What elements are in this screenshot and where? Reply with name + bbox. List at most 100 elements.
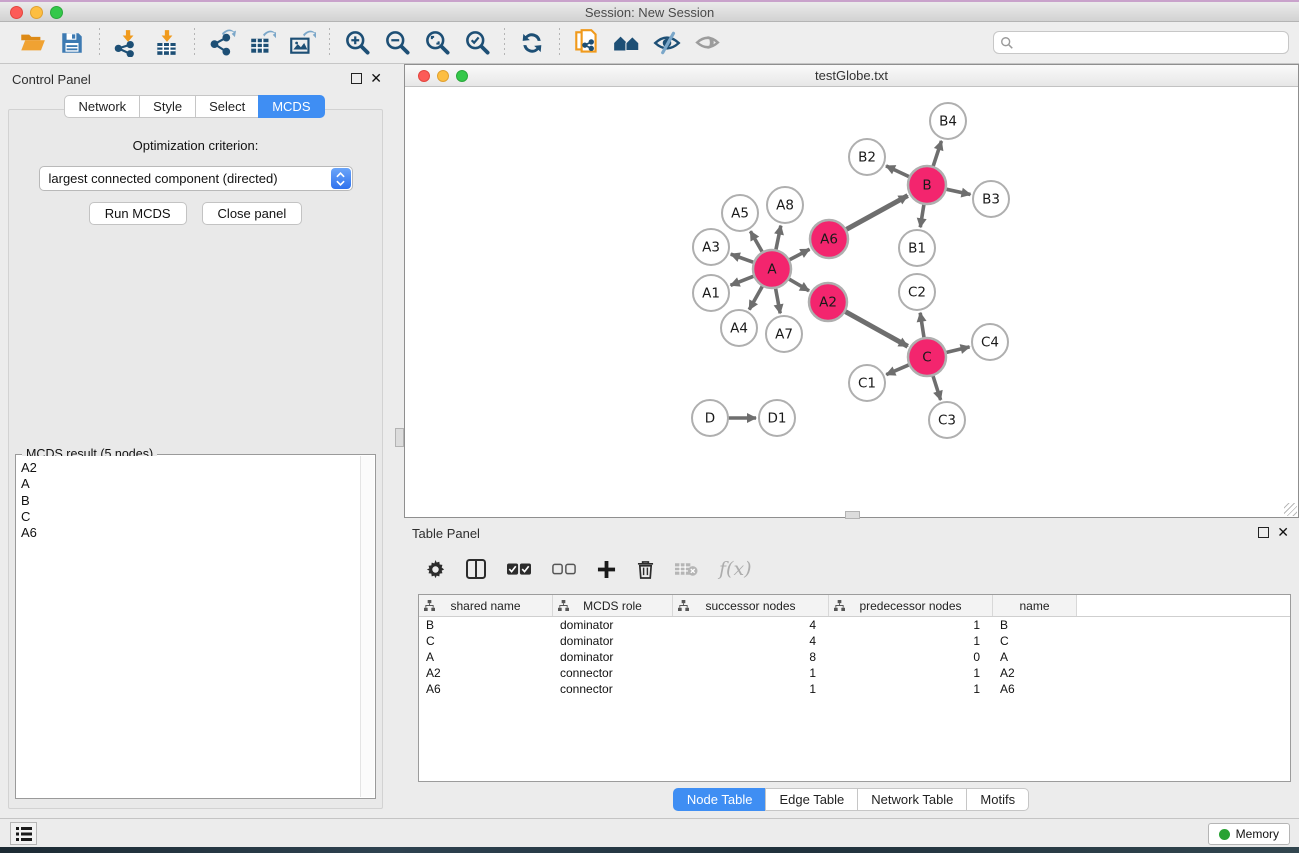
- graph-node-B4[interactable]: B4: [930, 103, 966, 139]
- graph-node-A1[interactable]: A1: [693, 275, 729, 311]
- show-columns-button[interactable]: [466, 559, 486, 579]
- graph-node-A5[interactable]: A5: [722, 195, 758, 231]
- import-table-button[interactable]: [147, 26, 187, 60]
- graph-node-C1[interactable]: C1: [849, 365, 885, 401]
- result-scrollbar[interactable]: [360, 456, 374, 797]
- run-mcds-button[interactable]: Run MCDS: [89, 202, 187, 225]
- table-cell[interactable]: dominator: [553, 633, 673, 649]
- select-all-columns-button[interactable]: [507, 563, 531, 576]
- apply-layout-button[interactable]: [512, 26, 552, 60]
- graph-edge-A-A2[interactable]: [788, 279, 809, 291]
- mcds-result-item[interactable]: A: [21, 476, 356, 492]
- zoom-fit-button[interactable]: [417, 26, 457, 60]
- add-column-button[interactable]: [597, 560, 616, 579]
- table-cell[interactable]: 1: [829, 665, 993, 681]
- graph-edge-C-C3[interactable]: [933, 375, 941, 400]
- graph-node-D[interactable]: D: [692, 400, 728, 436]
- graph-node-B3[interactable]: B3: [973, 181, 1009, 217]
- horizontal-divider-handle[interactable]: [845, 511, 860, 519]
- graph-node-A7[interactable]: A7: [766, 316, 802, 352]
- table-cell[interactable]: A: [419, 649, 553, 665]
- table-cell[interactable]: 0: [829, 649, 993, 665]
- graph-node-B[interactable]: B: [908, 166, 946, 204]
- graph-edge-A-A1[interactable]: [731, 276, 755, 285]
- table-cell[interactable]: 4: [673, 633, 829, 649]
- function-builder-button[interactable]: f(x): [719, 558, 752, 580]
- zoom-in-button[interactable]: [337, 26, 377, 60]
- hide-selected-button[interactable]: [647, 26, 687, 60]
- table-cell[interactable]: dominator: [553, 649, 673, 665]
- table-cell[interactable]: 8: [673, 649, 829, 665]
- mcds-result-item[interactable]: B: [21, 493, 356, 509]
- mcds-result-item[interactable]: A6: [21, 525, 356, 541]
- graph-node-A4[interactable]: A4: [721, 310, 757, 346]
- float-table-panel-icon[interactable]: [1258, 527, 1269, 538]
- table-cell[interactable]: A6: [419, 681, 553, 697]
- close-panel-button[interactable]: Close panel: [202, 202, 303, 225]
- graph-node-A[interactable]: A: [753, 250, 791, 288]
- network-canvas[interactable]: B4B2BB3A8A5A6A3B1AC2A1A2A4A7C4CC1DD1C3: [405, 87, 1298, 517]
- tab-style[interactable]: Style: [139, 95, 196, 118]
- graph-edge-A-A6[interactable]: [789, 249, 810, 260]
- table-cell[interactable]: A: [993, 649, 1077, 665]
- delete-column-button[interactable]: [637, 560, 654, 579]
- close-table-panel-icon[interactable]: ✕: [1277, 524, 1289, 541]
- graph-edge-B-B4[interactable]: [933, 141, 942, 167]
- vertical-divider-handle[interactable]: [395, 428, 404, 447]
- open-session-button[interactable]: [12, 26, 52, 60]
- criterion-dropdown[interactable]: largest connected component (directed): [39, 166, 353, 191]
- table-row[interactable]: A6connector11A6: [419, 681, 1290, 697]
- search-box[interactable]: [993, 31, 1289, 54]
- export-image-button[interactable]: [282, 26, 322, 60]
- tab-network[interactable]: Network: [64, 95, 140, 118]
- table-settings-button[interactable]: [426, 560, 445, 579]
- graph-node-C[interactable]: C: [908, 338, 946, 376]
- tab-select[interactable]: Select: [195, 95, 259, 118]
- graph-edge-A2-C[interactable]: [845, 311, 908, 346]
- graph-node-C2[interactable]: C2: [899, 274, 935, 310]
- export-network-button[interactable]: [202, 26, 242, 60]
- table-cell[interactable]: A2: [993, 665, 1077, 681]
- graph-edge-A-A5[interactable]: [750, 231, 762, 252]
- zoom-selected-button[interactable]: [457, 26, 497, 60]
- graph-node-B2[interactable]: B2: [849, 139, 885, 175]
- column-header-name[interactable]: name: [993, 595, 1077, 616]
- window-resize-handle[interactable]: [1284, 503, 1297, 516]
- table-cell[interactable]: 1: [829, 681, 993, 697]
- import-network-button[interactable]: [107, 26, 147, 60]
- table-row[interactable]: A2connector11A2: [419, 665, 1290, 681]
- table-row[interactable]: Cdominator41C: [419, 633, 1290, 649]
- graph-edge-A-A8[interactable]: [776, 226, 781, 251]
- table-cell[interactable]: 1: [673, 665, 829, 681]
- graph-edge-C-C4[interactable]: [945, 347, 969, 353]
- table-cell[interactable]: A2: [419, 665, 553, 681]
- memory-button[interactable]: Memory: [1208, 823, 1290, 845]
- table-cell[interactable]: C: [993, 633, 1077, 649]
- search-input[interactable]: [1014, 32, 1288, 53]
- graph-node-A2[interactable]: A2: [809, 283, 847, 321]
- graph-edge-A6-B[interactable]: [846, 196, 908, 230]
- table-tab-motifs[interactable]: Motifs: [966, 788, 1029, 811]
- table-tab-edge-table[interactable]: Edge Table: [765, 788, 858, 811]
- column-header-successor-nodes[interactable]: successor nodes: [673, 595, 829, 616]
- column-header-MCDS-role[interactable]: MCDS role: [553, 595, 673, 616]
- float-panel-icon[interactable]: [351, 73, 362, 84]
- graph-node-C4[interactable]: C4: [972, 324, 1008, 360]
- mcds-result-item[interactable]: A2: [21, 460, 356, 476]
- graph-node-D1[interactable]: D1: [759, 400, 795, 436]
- graph-node-A6[interactable]: A6: [810, 220, 848, 258]
- delete-table-button[interactable]: [675, 561, 698, 577]
- graph-edge-C-C1[interactable]: [886, 365, 909, 375]
- new-network-button[interactable]: [567, 26, 607, 60]
- table-cell[interactable]: C: [419, 633, 553, 649]
- graph-edge-B-B1[interactable]: [920, 204, 924, 227]
- tab-mcds[interactable]: MCDS: [258, 95, 324, 118]
- graph-edge-A-A4[interactable]: [749, 286, 762, 310]
- graph-edge-A-A3[interactable]: [731, 254, 754, 262]
- save-session-button[interactable]: [52, 26, 92, 60]
- column-header-shared-name[interactable]: shared name: [419, 595, 553, 616]
- graph-node-C3[interactable]: C3: [929, 402, 965, 438]
- graph-node-A8[interactable]: A8: [767, 187, 803, 223]
- graph-node-B1[interactable]: B1: [899, 230, 935, 266]
- mcds-result-item[interactable]: C: [21, 509, 356, 525]
